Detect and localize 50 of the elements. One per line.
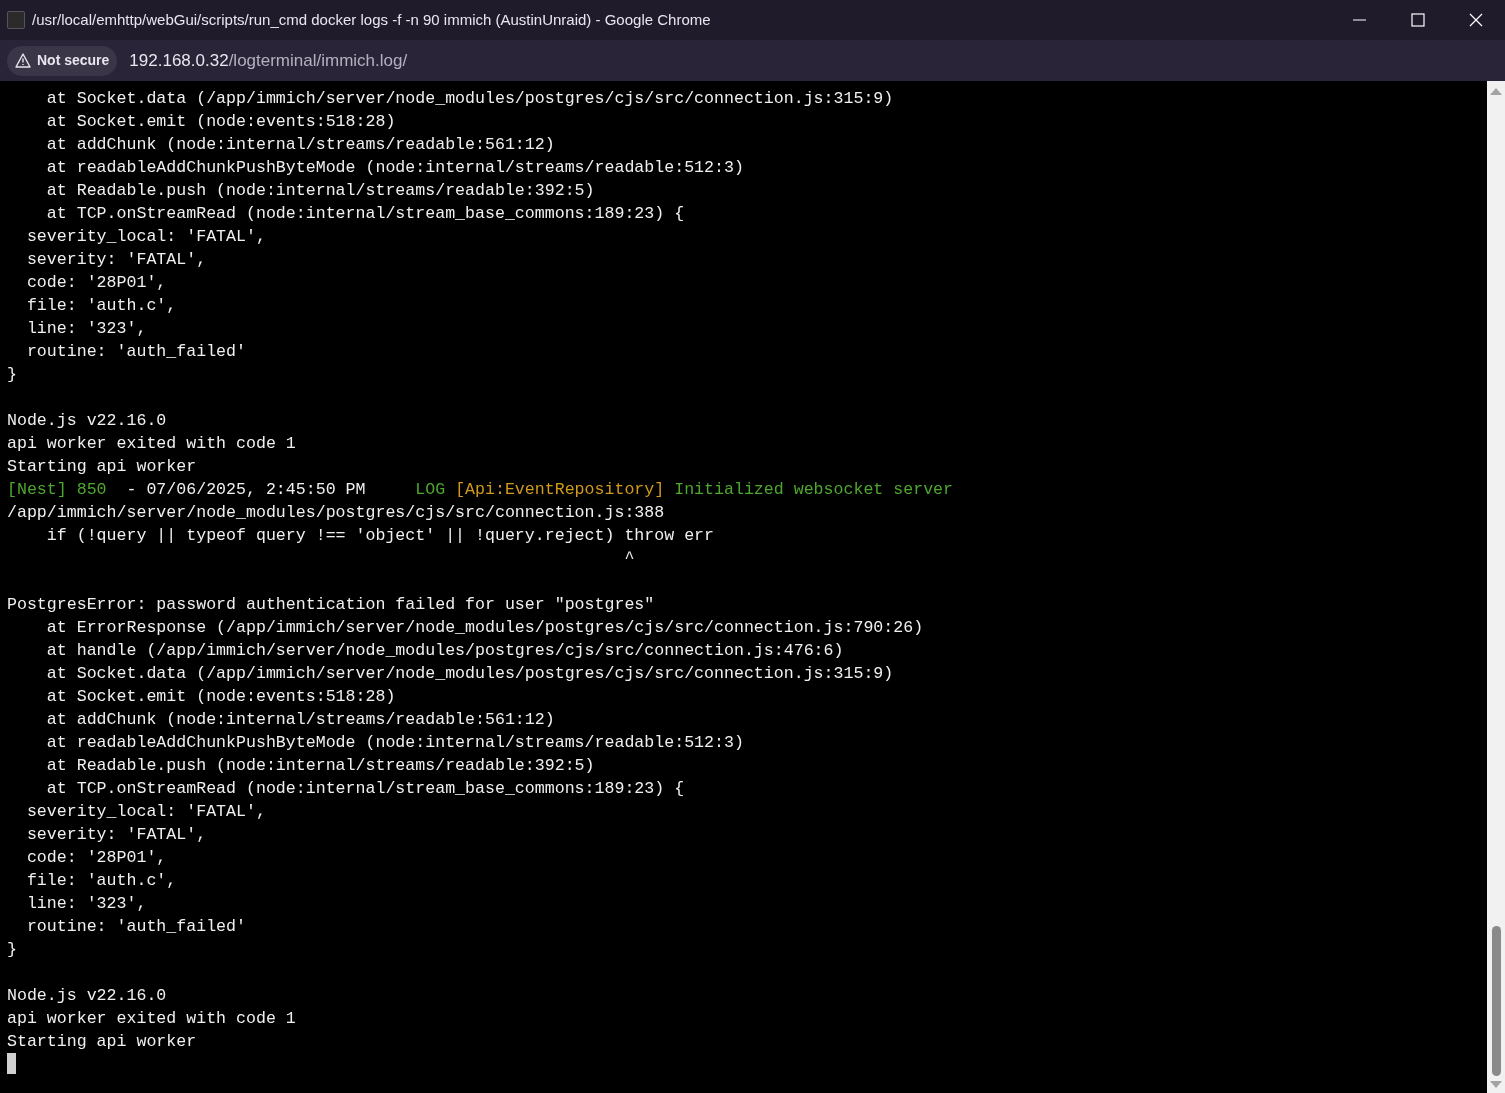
- log-line: severity_local: 'FATAL',: [25, 227, 266, 246]
- log-line: Starting api worker: [7, 1032, 197, 1051]
- log-line: at Socket.emit (node:events:518:28): [45, 687, 396, 706]
- scrollbar-thumb[interactable]: [1491, 926, 1501, 1076]
- log-line: at TCP.onStreamRead (node:internal/stream_base_commons:189:23) {: [45, 204, 685, 223]
- log-line: at Socket.data (/app/immich/server/node_modules/postgres/cjs/src/connection.js:315:9): [45, 664, 894, 683]
- log-line: at addChunk (node:internal/streams/readable:561:12): [45, 710, 555, 729]
- log-line: at readableAddChunkPushByteMode (node:internal/streams/readable:512:3): [45, 158, 744, 177]
- text-cursor: [7, 1053, 16, 1074]
- log-line: routine: 'auth_failed': [25, 342, 246, 361]
- log-line: file: 'auth.c',: [25, 296, 177, 315]
- log-line: at Readable.push (node:internal/streams/readable:392:5): [45, 181, 595, 200]
- log-line: at addChunk (node:internal/streams/readable:561:12): [45, 135, 555, 154]
- log-line: severity_local: 'FATAL',: [25, 802, 266, 821]
- log-line: at readableAddChunkPushByteMode (node:internal/streams/readable:512:3): [45, 733, 744, 752]
- log-line: Starting api worker: [7, 457, 197, 476]
- log-line: at handle (/app/immich/server/node_modules/postgres/cjs/src/connection.js:476:6): [45, 641, 844, 660]
- log-line: line: '323',: [25, 319, 147, 338]
- security-chip[interactable]: Not secure: [7, 45, 118, 76]
- log-line: PostgresError: password authentication failed for user "postgres": [7, 595, 655, 614]
- log-line: at ErrorResponse (/app/immich/server/node_modules/postgres/cjs/src/connection.js:790:26): [45, 618, 924, 637]
- warning-icon: [15, 53, 31, 68]
- log-line: at TCP.onStreamRead (node:internal/stream_base_commons:189:23) {: [45, 779, 685, 798]
- log-line: line: '323',: [25, 894, 147, 913]
- log-line: if (!query || typeof query !== 'object' || !query.reject) throw err: [45, 526, 714, 545]
- log-line: code: '28P01',: [25, 273, 167, 292]
- url-text[interactable]: 192.168.0.32/logterminal/immich.log/: [129, 47, 408, 74]
- log-line: [Nest] 850 - 07/06/2025, 2:45:50 PM LOG [Api:EventRepository] Initialized websocket server: [7, 480, 954, 499]
- log-line: at Socket.emit (node:events:518:28): [45, 112, 396, 131]
- log-line: /app/immich/server/node_modules/postgres/cjs/src/connection.js:388: [7, 503, 665, 522]
- close-icon: [1469, 13, 1483, 27]
- log-line: severity: 'FATAL',: [25, 825, 207, 844]
- log-line: severity: 'FATAL',: [25, 250, 207, 269]
- log-line: file: 'auth.c',: [25, 871, 177, 890]
- log-line: ^: [623, 549, 635, 568]
- log-line: at Socket.data (/app/immich/server/node_modules/postgres/cjs/src/connection.js:315:9): [45, 89, 894, 108]
- window-icon: [7, 11, 25, 29]
- log-line: routine: 'auth_failed': [25, 917, 246, 936]
- minimize-icon: [1353, 19, 1367, 21]
- log-line: }: [7, 365, 17, 384]
- log-line: Node.js v22.16.0: [7, 411, 167, 430]
- log-line: Node.js v22.16.0: [7, 986, 167, 1005]
- window-title: /usr/local/emhttp/webGui/scripts/run_cmd docker logs -f -n 90 immich (AustinUnraid) - Google Chrome: [32, 9, 711, 30]
- log-line: at Readable.push (node:internal/streams/readable:392:5): [45, 756, 595, 775]
- maximize-icon: [1411, 13, 1425, 27]
- log-line: code: '28P01',: [25, 848, 167, 867]
- log-line: api worker exited with code 1: [7, 1009, 296, 1028]
- log-line: }: [7, 940, 17, 959]
- log-line: api worker exited with code 1: [7, 434, 296, 453]
- scrollbar[interactable]: [1487, 81, 1505, 1093]
